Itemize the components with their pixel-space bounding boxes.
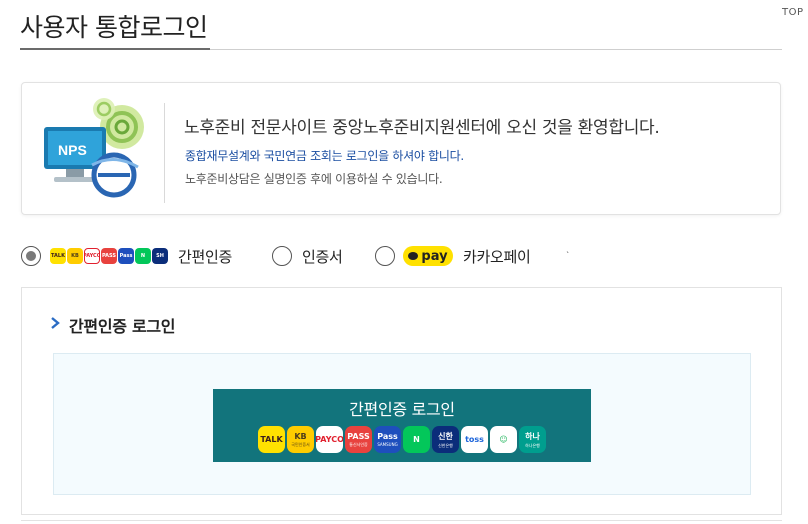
welcome-sub: 노후준비상담은 실명인증 후에 이용하실 수 있습니다. [185, 172, 443, 186]
option-certificate-label: 인증서 [302, 247, 343, 266]
naver-provider-icon: N [403, 426, 430, 453]
provider-icon-subtext: 하나은행 [525, 442, 540, 448]
provider-icon-text: N [413, 435, 420, 444]
top-link[interactable]: TOP [782, 7, 804, 18]
provider-icon-text: KB [294, 431, 307, 441]
payco-mini-icon: PAYCO [84, 248, 100, 264]
chevron-right-icon [51, 317, 60, 329]
banksalad-provider-icon: ☺ [490, 426, 517, 453]
panel-title: 간편인증 로그인 [69, 317, 176, 336]
naver-mini-icon: N [135, 248, 151, 264]
toss-provider-icon: toss [461, 426, 488, 453]
provider-icon-text: ☺ [499, 435, 508, 444]
option-simple-auth-label: 간편인증 [178, 247, 233, 266]
option-simple-auth[interactable]: TALKKBPAYCOPASSPassNSH 간편인증 [21, 243, 232, 269]
welcome-notice: 종합재무설계와 국민연금 조회는 로그인을 하셔야 합니다. [185, 149, 464, 163]
simple-auth-panel: 간편인증 로그인 간편인증 로그인 TALK KB 국민인증서 PAYCO PASS 통신… [21, 287, 782, 515]
login-button-label: 간편인증 로그인 [349, 400, 455, 419]
pass-mini-icon: PASS [101, 248, 117, 264]
provider-icon-text: Pass [377, 432, 398, 441]
radio-simple-auth[interactable] [21, 246, 41, 266]
samsung-pass-provider-icon: Pass SAMSUNG [374, 426, 401, 453]
provider-icon-subtext: 통신사인증 [349, 441, 368, 447]
provider-icon-subtext: 국민인증서 [291, 441, 310, 447]
option-kakaopay-label: 카카오페이 [463, 247, 531, 266]
kakao-talk-mini-icon: TALK [50, 248, 66, 264]
payco-provider-icon: PAYCO [316, 426, 343, 453]
option-kakaopay[interactable]: pay 카카오페이 [375, 243, 531, 269]
simple-auth-login-button[interactable]: 간편인증 로그인 TALK KB 국민인증서 PAYCO PASS 통신사인증 Pass SA… [213, 389, 591, 462]
hana-provider-icon: 하나 하나은행 [519, 426, 546, 453]
provider-icon-text: PAYCO [316, 435, 343, 444]
kakao-provider-icon: TALK [258, 426, 285, 453]
title-divider [20, 48, 782, 50]
welcome-box: NPS 노후준비 전문사이트 중앙노후준비지원센터에 오신 것을 환영합니다. … [21, 82, 781, 215]
welcome-title: 노후준비 전문사이트 중앙노후준비지원센터에 오신 것을 환영합니다. [184, 118, 660, 138]
provider-icon-row: TALK KB 국민인증서 PAYCO PASS 통신사인증 Pass SAMSUNG N 신한 신… [258, 426, 546, 453]
radio-kakaopay[interactable] [375, 246, 395, 266]
welcome-separator [164, 103, 165, 203]
samsung-pass-mini-icon: Pass [118, 248, 134, 264]
provider-icon-text: toss [465, 435, 484, 444]
kb-provider-icon: KB 국민인증서 [287, 426, 314, 453]
simple-auth-login-area: 간편인증 로그인 TALK KB 국민인증서 PAYCO PASS 통신사인증 Pass SA… [53, 353, 751, 495]
shinhan-provider-icon: 신한 신한은행 [432, 426, 459, 453]
kakaopay-pill-text: pay [421, 248, 448, 264]
kakaopay-pay-icon: pay [403, 246, 453, 266]
shinhan-mini-icon: SH [152, 248, 168, 264]
bottom-divider [21, 520, 782, 521]
option-certificate[interactable]: 인증서 [272, 243, 343, 269]
provider-icon-subtext: 신한은행 [438, 442, 453, 448]
page-title: 사용자 통합로그인 [20, 13, 208, 42]
provider-icon-text: PASS [347, 431, 370, 441]
kb-mini-icon: KB [67, 248, 83, 264]
radio-certificate[interactable] [272, 246, 292, 266]
provider-icon-text: 신한 [438, 431, 453, 441]
pass-provider-icon: PASS 통신사인증 [345, 426, 372, 453]
nps-badge-text: NPS [58, 142, 87, 158]
provider-icon-text: 하나 [525, 431, 540, 441]
stray-tick-mark: ˋ [566, 251, 570, 260]
provider-icon-text: TALK [260, 435, 283, 444]
nps-computer-illustration: NPS [44, 98, 144, 198]
provider-icon-subtext: SAMSUNG [377, 442, 398, 447]
simple-auth-provider-icons: TALKKBPAYCOPASSPassNSH [50, 248, 168, 264]
